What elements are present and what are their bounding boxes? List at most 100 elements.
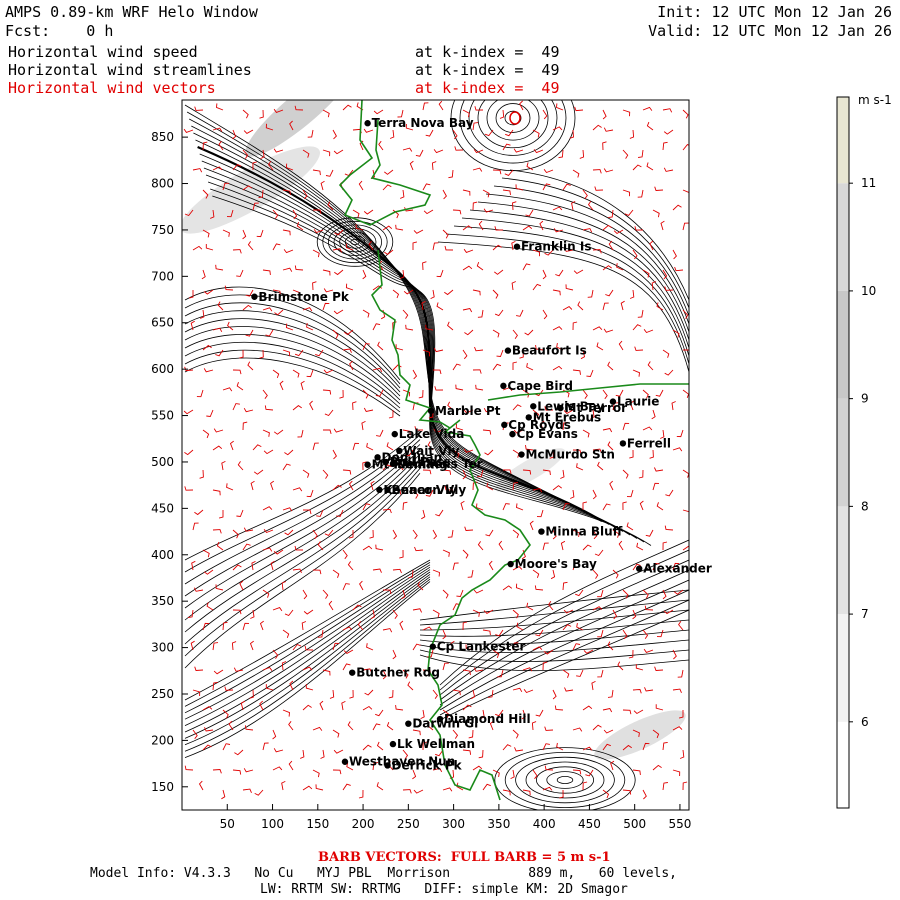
wind-barb	[376, 429, 384, 437]
wind-barb	[556, 103, 564, 111]
colorbar-band	[837, 614, 849, 722]
wind-barb	[303, 609, 314, 615]
colorbar-band	[837, 183, 849, 291]
wind-barb	[622, 149, 629, 159]
wind-barb	[292, 369, 300, 378]
wind-barb	[513, 148, 524, 153]
wind-barb	[656, 629, 664, 638]
wind-barb	[582, 705, 593, 711]
streamline	[525, 761, 605, 799]
wind-barb	[232, 369, 242, 375]
wind-barb	[212, 529, 222, 534]
wind-barb	[512, 329, 518, 339]
wind-barb	[649, 449, 654, 459]
wind-barb	[320, 180, 325, 191]
wind-barb	[222, 743, 231, 751]
wind-barb	[352, 401, 357, 411]
wind-barb	[362, 389, 369, 399]
wind-barb	[512, 729, 519, 739]
wind-barb	[643, 648, 654, 653]
place-dot	[509, 430, 516, 438]
wind-barb	[603, 729, 614, 734]
wind-barb	[222, 229, 230, 237]
wind-barb	[375, 544, 384, 551]
streamline	[439, 559, 689, 696]
place-dot	[507, 560, 514, 568]
wind-barb	[472, 289, 481, 296]
wind-barb	[662, 589, 667, 600]
wind-barb	[632, 324, 642, 331]
y-tick-label: 500	[151, 455, 174, 469]
wind-barb	[603, 328, 614, 333]
wind-barb	[682, 781, 688, 791]
wind-barb	[496, 349, 504, 357]
wind-barb	[560, 469, 565, 479]
wind-barb	[477, 541, 484, 551]
place-dot	[525, 414, 532, 421]
wind-barb	[474, 346, 484, 352]
wind-barb	[262, 269, 271, 275]
wind-barb	[377, 341, 384, 351]
wind-barb	[312, 169, 321, 176]
wind-barb	[245, 329, 254, 337]
wind-barb	[332, 729, 340, 738]
wind-barb	[494, 269, 504, 275]
wind-barb	[605, 289, 614, 297]
wind-barb	[247, 361, 254, 371]
x-tick-label: 450	[578, 817, 601, 831]
streamline	[184, 310, 401, 393]
wind-barb	[264, 405, 274, 411]
wind-barb	[442, 629, 447, 640]
wind-barb	[502, 789, 511, 796]
place-label: Terra Nova Bay	[372, 116, 474, 130]
colorbar-band	[837, 290, 849, 399]
wind-barb	[221, 460, 226, 471]
wind-barb	[212, 642, 219, 651]
wind-barb	[302, 785, 313, 791]
wind-barb	[682, 545, 689, 551]
wind-barb	[433, 149, 444, 154]
wind-barb	[342, 104, 352, 111]
wind-barb	[282, 629, 290, 638]
place-label: Lake Vida	[399, 427, 465, 441]
wind-barb	[642, 789, 647, 800]
wind-barb	[656, 502, 664, 511]
wind-barb	[532, 769, 538, 780]
wind-barb	[312, 569, 322, 575]
wind-barb	[628, 649, 634, 659]
wind-barb	[672, 447, 683, 452]
wind-barb	[202, 549, 210, 558]
wind-barb	[592, 724, 602, 731]
wind-barb	[515, 583, 524, 591]
wind-barb	[482, 783, 491, 791]
wind-barb	[239, 349, 244, 359]
wind-barb	[542, 309, 548, 320]
wind-barb	[281, 780, 286, 791]
x-tick-label: 350	[487, 817, 510, 831]
wind-barb	[244, 725, 254, 731]
wind-barb	[237, 461, 244, 471]
wind-barb	[502, 189, 511, 195]
wind-barb	[399, 620, 404, 631]
wind-barb	[366, 442, 374, 451]
colorbar-band	[837, 398, 849, 507]
wind-barb	[312, 769, 320, 778]
place-label: Alexander	[643, 562, 712, 576]
wind-barb	[362, 269, 367, 280]
wind-barb	[382, 184, 392, 191]
wind-barb	[274, 309, 284, 316]
wind-barb	[682, 469, 689, 478]
wind-barb	[212, 489, 221, 496]
wind-barb	[539, 220, 544, 231]
wind-barb	[569, 129, 574, 139]
wind-barb	[442, 229, 449, 239]
y-tick-label: 750	[151, 223, 174, 237]
wind-barb	[570, 489, 575, 499]
wind-barb	[413, 789, 424, 794]
wind-barb	[462, 349, 468, 360]
wind-barb	[240, 700, 246, 711]
wind-barb	[372, 323, 381, 331]
wind-barb	[332, 449, 337, 460]
wind-barb	[512, 529, 520, 539]
wind-barb	[319, 700, 324, 711]
